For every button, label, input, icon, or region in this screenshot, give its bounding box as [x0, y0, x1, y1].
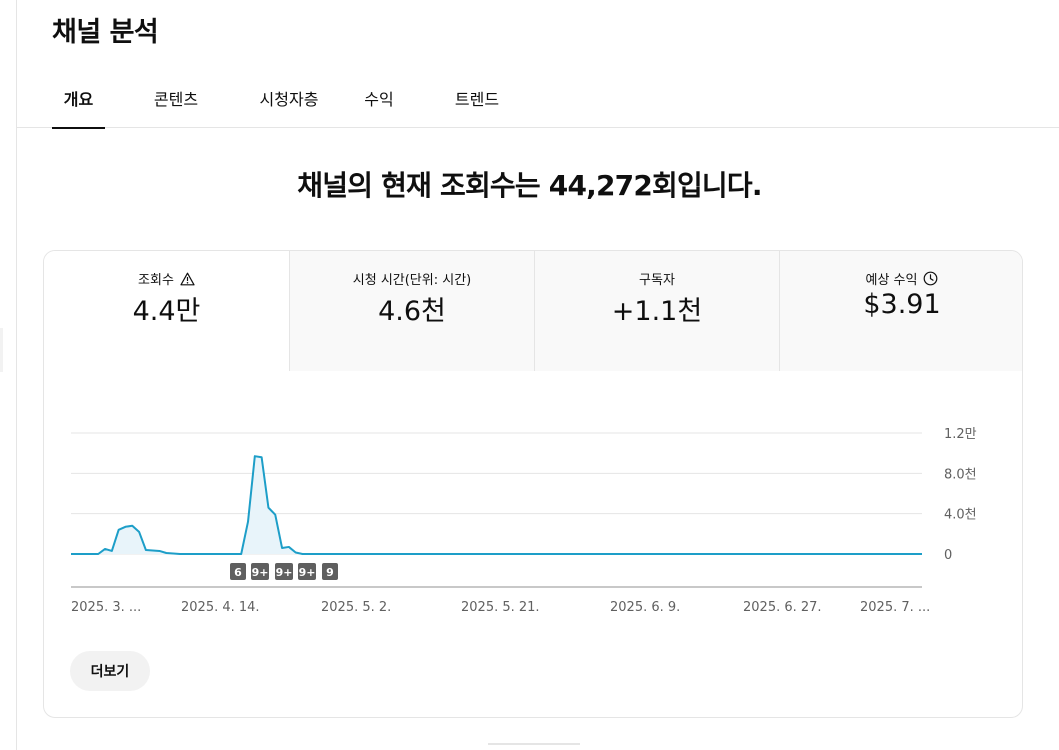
- chart-canvas: 1.2만 8.0천 4.0천 0 6 9+ 9+ 9+ 9 2025. 3. ... 2025. 4…: [71, 427, 977, 615]
- metric-watch-time[interactable]: 시청 시간(단위: 시간) 4.6천: [289, 251, 534, 371]
- tab-trends[interactable]: 트렌드: [445, 78, 509, 128]
- page-title: 채널 분석: [52, 17, 159, 48]
- metric-views-label-row: 조회수: [44, 269, 289, 288]
- metric-revenue[interactable]: 예상 수익 $3.91: [779, 251, 1022, 371]
- event-marker-label: 9+: [299, 566, 316, 579]
- analytics-card: 조회수 4.4만 시청 시간(단위: 시간) 4.6천 구독자 +1.1천 예상…: [43, 250, 1023, 718]
- metric-tabs: 조회수 4.4만 시청 시간(단위: 시간) 4.6천 구독자 +1.1천 예상…: [44, 251, 1022, 371]
- tab-overview[interactable]: 개요: [52, 78, 105, 129]
- x-tick-label: 2025. 6. 9.: [610, 600, 680, 615]
- left-rail: [0, 0, 17, 750]
- tab-revenue[interactable]: 수익: [352, 78, 406, 128]
- metric-views[interactable]: 조회수 4.4만: [44, 251, 289, 371]
- x-tick-label: 2025. 6. 27.: [743, 600, 822, 615]
- event-marker-label: 9+: [276, 566, 293, 579]
- tab-content[interactable]: 콘텐츠: [142, 78, 210, 128]
- series-line: [71, 455, 922, 555]
- tab-bar: 개요 콘텐츠 시청자층 수익 트렌드: [17, 78, 1059, 129]
- metric-revenue-label-row: 예상 수익: [780, 269, 1022, 288]
- y-tick-label: 1.2만: [944, 427, 977, 442]
- x-tick-label: 2025. 4. 14.: [181, 600, 260, 615]
- y-tick-label: 4.0천: [944, 508, 977, 523]
- event-marker-label: 9: [326, 566, 334, 579]
- x-tick-label: 2025. 3. ...: [71, 600, 141, 615]
- more-button[interactable]: 더보기: [70, 651, 150, 691]
- rail-handle[interactable]: [0, 328, 3, 372]
- tab-audience[interactable]: 시청자층: [241, 78, 337, 128]
- series-area: [71, 456, 922, 554]
- event-marker-label: 9+: [252, 566, 269, 579]
- x-tick-label: 2025. 7. ...: [860, 600, 930, 615]
- metric-views-value: 4.4만: [132, 296, 201, 327]
- metric-subscribers-label-row: 구독자: [535, 269, 779, 288]
- metric-watch-time-label-row: 시청 시간(단위: 시간): [290, 269, 534, 288]
- metric-watch-time-label: 시청 시간(단위: 시간): [352, 273, 472, 288]
- metric-revenue-label: 예상 수익: [865, 273, 918, 288]
- y-tick-label: 8.0천: [944, 467, 977, 482]
- y-tick-label: 0: [944, 548, 952, 563]
- clock-icon[interactable]: [923, 271, 938, 286]
- x-tick-label: 2025. 5. 21.: [461, 600, 540, 615]
- bottom-divider: [488, 743, 580, 745]
- headline: 채널의 현재 조회수는 44,272회입니다.: [297, 169, 762, 202]
- metric-revenue-value: $3.91: [863, 289, 941, 320]
- metric-watch-time-value: 4.6천: [378, 296, 446, 327]
- event-marker-label: 6: [234, 566, 242, 579]
- metric-subscribers[interactable]: 구독자 +1.1천: [534, 251, 779, 371]
- views-chart[interactable]: 1.2만 8.0천 4.0천 0 6 9+ 9+ 9+ 9 2025. 3. ... 2025. 4…: [44, 371, 1022, 631]
- metric-views-label: 조회수: [138, 273, 174, 288]
- x-tick-label: 2025. 5. 2.: [321, 600, 391, 615]
- metric-subscribers-value: +1.1천: [611, 296, 703, 327]
- warning-icon[interactable]: [180, 272, 195, 286]
- metric-subscribers-label: 구독자: [639, 273, 675, 288]
